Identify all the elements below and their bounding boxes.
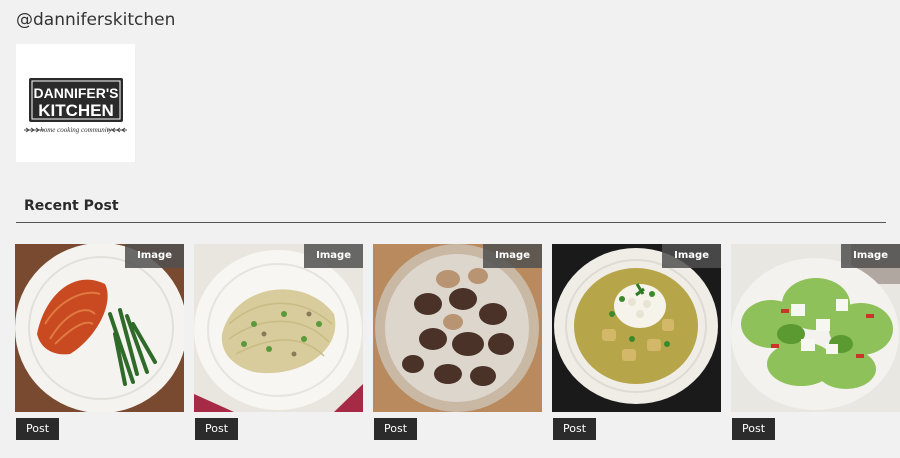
post-card: Image Post <box>15 244 184 440</box>
post-thumbnail[interactable]: Image <box>15 244 184 412</box>
post-thumbnail[interactable]: Image <box>731 244 900 412</box>
post-type-badge: Image <box>304 244 363 268</box>
post-thumbnail[interactable]: Image <box>373 244 542 412</box>
post-button[interactable]: Post <box>374 418 418 440</box>
logo-tagline: home cooking community <box>40 126 112 134</box>
post-grid: Image Post Image Post Image Post Image P… <box>15 244 900 440</box>
section-divider <box>16 222 886 223</box>
post-type-badge: Image <box>125 244 184 268</box>
post-card: Image Post <box>731 244 900 440</box>
post-thumbnail[interactable]: Image <box>552 244 721 412</box>
post-type-badge: Image <box>841 244 900 268</box>
post-button[interactable]: Post <box>732 418 776 440</box>
section-title: Recent Post <box>24 198 119 214</box>
logo-line2: KITCHEN <box>38 101 114 120</box>
post-button[interactable]: Post <box>553 418 597 440</box>
post-button[interactable]: Post <box>16 418 60 440</box>
post-card: Image Post <box>373 244 542 440</box>
post-type-badge: Image <box>483 244 542 268</box>
post-button[interactable]: Post <box>195 418 239 440</box>
logo-line1: DANNIFER'S <box>34 85 119 101</box>
profile-handle: @danniferskitchen <box>16 10 176 30</box>
post-thumbnail[interactable]: Image <box>194 244 363 412</box>
post-card: Image Post <box>552 244 721 440</box>
post-card: Image Post <box>194 244 363 440</box>
post-type-badge: Image <box>662 244 721 268</box>
profile-logo: DANNIFER'S KITCHEN home cooking communit… <box>16 44 135 162</box>
